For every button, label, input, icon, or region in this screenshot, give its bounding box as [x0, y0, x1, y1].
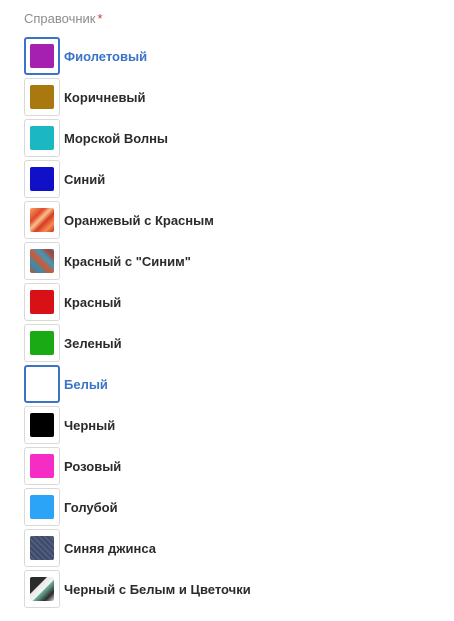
swatch-red[interactable] [24, 283, 60, 321]
swatch-green[interactable] [24, 324, 60, 362]
option-label-denim: Синяя джинса [64, 540, 156, 556]
option-violet[interactable]: Фиолетовый [24, 37, 444, 75]
option-label-red: Красный [64, 294, 122, 310]
option-brown[interactable]: Коричневый [24, 78, 444, 116]
pattern-chip-denim [30, 536, 54, 560]
pattern-chip-orange-red [30, 208, 54, 232]
swatch-pink[interactable] [24, 447, 60, 485]
option-label-blue: Синий [64, 171, 106, 187]
swatch-denim[interactable] [24, 529, 60, 567]
option-blue[interactable]: Синий [24, 160, 444, 198]
swatch-red-blue[interactable] [24, 242, 60, 280]
option-label-teal: Морской Волны [64, 130, 169, 146]
option-black-white-flowers[interactable]: Черный с Белым и Цветочки [24, 570, 444, 608]
color-chip-violet [30, 44, 54, 68]
option-label-white: Белый [64, 376, 108, 392]
pattern-chip-black-white-flowers [30, 577, 54, 601]
swatch-teal[interactable] [24, 119, 60, 157]
color-options-list: Фиолетовый Коричневый Морской Волны Сини… [24, 37, 444, 611]
option-label-red-blue: Красный с "Синим" [64, 253, 191, 269]
option-label-green: Зеленый [64, 335, 122, 351]
swatch-white[interactable] [24, 365, 60, 403]
pattern-chip-red-blue [30, 249, 54, 273]
option-green[interactable]: Зеленый [24, 324, 444, 362]
color-chip-black [30, 413, 54, 437]
option-denim[interactable]: Синяя джинса [24, 529, 444, 567]
option-label-black-white-flowers: Черный с Белым и Цветочки [64, 581, 251, 597]
option-white[interactable]: Белый [24, 365, 444, 403]
option-pink[interactable]: Розовый [24, 447, 444, 485]
color-chip-light-blue [30, 495, 54, 519]
color-chip-brown [30, 85, 54, 109]
option-orange-red[interactable]: Оранжевый с Красным [24, 201, 444, 239]
option-label-orange-red: Оранжевый с Красным [64, 212, 214, 228]
swatch-black[interactable] [24, 406, 60, 444]
swatch-black-white-flowers[interactable] [24, 570, 60, 608]
swatch-violet[interactable] [24, 37, 60, 75]
color-chip-green [30, 331, 54, 355]
option-black[interactable]: Черный [24, 406, 444, 444]
field-label-text: Справочник [24, 11, 96, 26]
color-chip-blue [30, 167, 54, 191]
option-label-brown: Коричневый [64, 89, 146, 105]
option-light-blue[interactable]: Голубой [24, 488, 444, 526]
option-red-blue[interactable]: Красный с "Синим" [24, 242, 444, 280]
swatch-brown[interactable] [24, 78, 60, 116]
option-label-black: Черный [64, 417, 116, 433]
option-label-light-blue: Голубой [64, 499, 118, 515]
option-teal[interactable]: Морской Волны [24, 119, 444, 157]
required-mark: * [97, 11, 103, 26]
color-chip-red [30, 290, 54, 314]
option-label-pink: Розовый [64, 458, 122, 474]
color-chip-pink [30, 454, 54, 478]
swatch-orange-red[interactable] [24, 201, 60, 239]
color-chip-teal [30, 126, 54, 150]
field-label: Справочник * [24, 10, 103, 28]
swatch-blue[interactable] [24, 160, 60, 198]
swatch-light-blue[interactable] [24, 488, 60, 526]
option-label-violet: Фиолетовый [64, 48, 148, 64]
option-red[interactable]: Красный [24, 283, 444, 321]
color-chip-white [30, 372, 54, 396]
